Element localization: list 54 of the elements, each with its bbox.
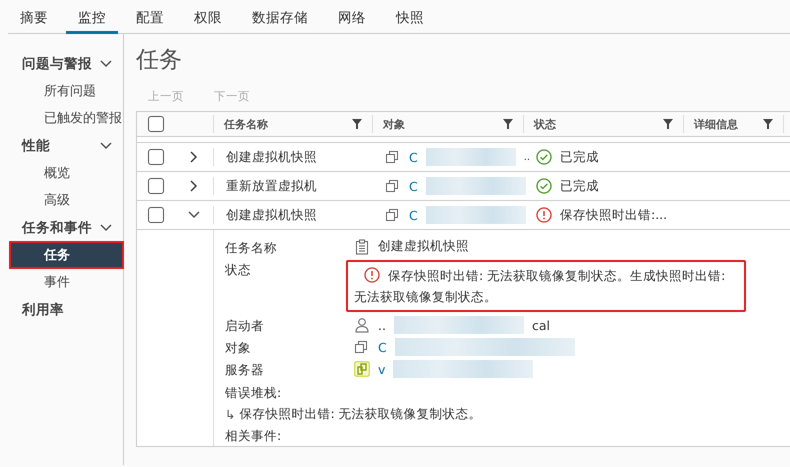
select-all-checkbox[interactable] [148, 116, 164, 132]
field-label: 启动者 [225, 317, 265, 335]
field-value: cal [532, 318, 550, 332]
row-checkbox[interactable] [148, 149, 164, 165]
vm-icon [385, 178, 401, 194]
tab[interactable]: 网络 [326, 0, 378, 34]
error-message: 保存快照时出错: 无法获取镜像复制状态。生成快照时出错: 无法获取镜像复制状态。 [354, 266, 726, 306]
sidebar-group[interactable]: 任务和事件 [22, 219, 92, 237]
field-label: 任务名称 [225, 239, 278, 257]
field-label: 相关事件: [225, 427, 282, 445]
tab[interactable]: 快照 [384, 0, 436, 34]
sidebar-group[interactable]: 性能 [22, 137, 50, 155]
row-checkbox[interactable] [148, 207, 164, 223]
object-link[interactable]: C [378, 340, 387, 354]
column-header[interactable]: 对象 [383, 116, 405, 132]
vm-icon [385, 149, 401, 165]
tab[interactable]: 配置 [124, 0, 176, 34]
vm-icon [385, 207, 401, 223]
tab[interactable]: 权限 [182, 0, 234, 34]
sidebar-item[interactable]: 高级 [10, 187, 123, 213]
table-cell-text: 重新放置虚拟机 [225, 176, 318, 194]
tab[interactable]: 监控 [66, 0, 118, 34]
page-title: 任务 [136, 46, 183, 75]
object-link[interactable]: C [409, 150, 418, 164]
sidebar-item[interactable]: 事件 [10, 269, 123, 295]
status-text: 已完成 [560, 178, 599, 194]
object-link[interactable]: C [409, 178, 418, 194]
field-label: 对象 [225, 339, 252, 357]
field-label: 错误堆栈: [225, 384, 282, 402]
tab[interactable]: 摘要 [8, 0, 60, 34]
tab[interactable]: 数据存储 [240, 0, 320, 34]
error-stack-text: 保存快照时出错: 无法获取镜像复制状态。 [239, 406, 482, 422]
field-value: .. [378, 318, 386, 332]
sidebar-item[interactable]: 任务 [10, 242, 123, 268]
field-value: 创建虚拟机快照 [378, 238, 469, 255]
status-text: 已完成 [560, 148, 599, 166]
row-checkbox[interactable] [148, 178, 164, 194]
column-header[interactable]: 任务名称 [224, 116, 268, 132]
table-cell-text: 创建虚拟机快照 [225, 206, 318, 224]
table-cell-text: 创建虚拟机快照 [225, 148, 318, 166]
sidebar-group[interactable]: 利用率 [22, 301, 64, 319]
field-label: 服务器 [225, 361, 265, 379]
column-header[interactable]: 详细信息 [694, 116, 738, 132]
return-arrow-icon: ↳ [225, 406, 236, 422]
sidebar-group[interactable]: 问题与警报 [22, 55, 92, 73]
object-link[interactable]: v [378, 362, 386, 376]
object-link[interactable]: C [409, 208, 418, 222]
table-cell: .. [524, 152, 530, 162]
column-header[interactable]: 状态 [534, 116, 556, 132]
sidebar-item[interactable]: 所有问题 [10, 78, 123, 104]
status-text: 保存快照时出错:... [560, 206, 668, 224]
sidebar-item[interactable]: 概览 [10, 160, 123, 186]
sidebar-item[interactable]: 已触发的警报 [10, 105, 123, 131]
field-label: 状态 [225, 261, 252, 279]
